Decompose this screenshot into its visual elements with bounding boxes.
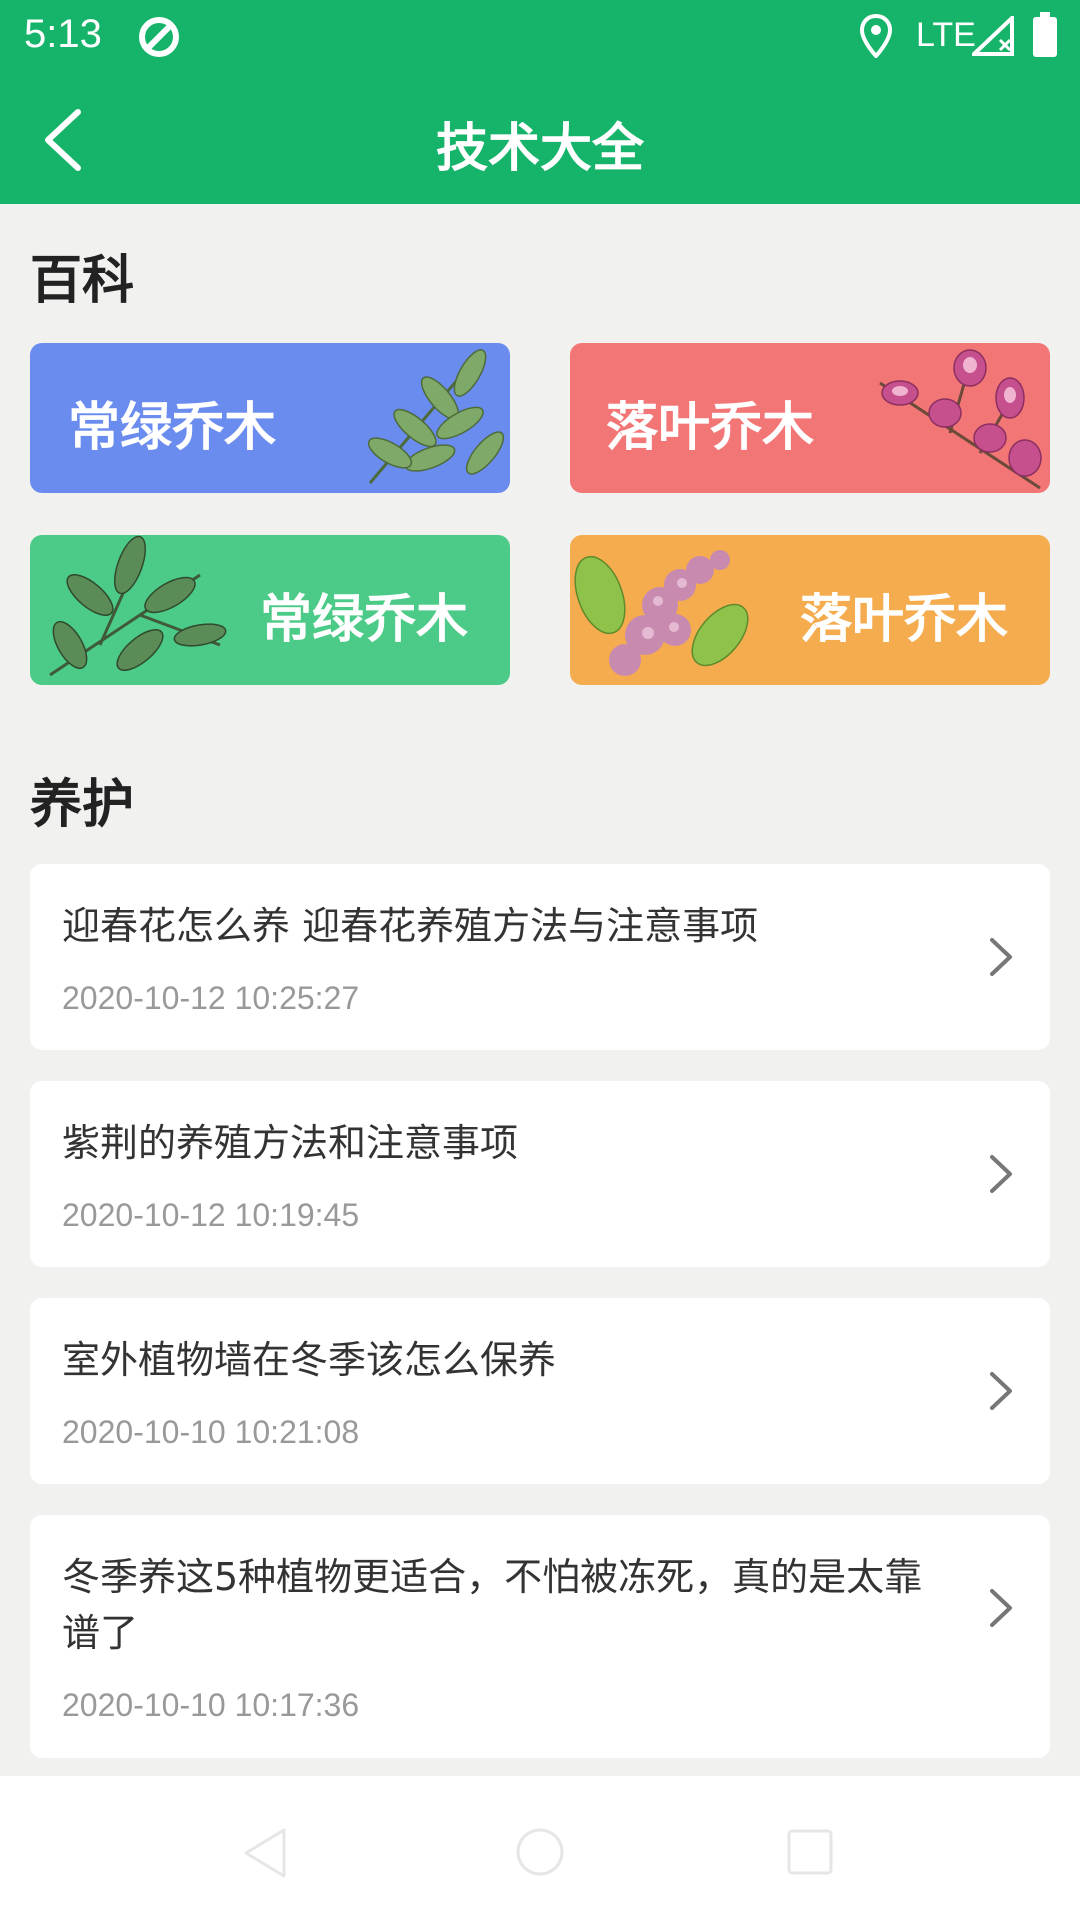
article-item[interactable]: 冬季养这5种植物更适合，不怕被冻死，真的是太靠谱了 2020-10-10 10:…	[30, 1515, 1050, 1758]
chevron-right-icon	[990, 1155, 1012, 1193]
category-card-deciduous-2[interactable]: 落叶乔木	[570, 535, 1050, 685]
chevron-right-icon	[990, 938, 1012, 976]
article-date: 2020-10-10 10:17:36	[62, 1687, 360, 1723]
article-item[interactable]: 紫荆的养殖方法和注意事项 2020-10-12 10:19:45	[30, 1081, 1050, 1267]
article-item[interactable]: 室外植物墙在冬季该怎么保养 2020-10-10 10:21:08	[30, 1298, 1050, 1484]
encyclopedia-heading: 百科	[30, 251, 135, 311]
article-date: 2020-10-12 10:25:27	[62, 980, 360, 1016]
article-title: 迎春花怎么养 迎春花养殖方法与注意事项	[62, 904, 759, 948]
status-bar: 5:13 LTE	[0, 0, 1080, 74]
battery-icon	[1033, 12, 1057, 57]
category-card-label: 落叶乔木	[800, 590, 1009, 650]
article-title: 紫荆的养殖方法和注意事项	[62, 1121, 519, 1165]
nav-back-icon[interactable]	[240, 1826, 290, 1880]
article-date: 2020-10-12 10:19:45	[62, 1197, 360, 1233]
location-icon	[860, 14, 892, 58]
article-title: 冬季养这5种植物更适合，不怕被冻死，真的是太靠谱了	[62, 1555, 923, 1655]
network-type: LTE	[916, 16, 976, 54]
page-title: 技术大全	[435, 119, 644, 179]
category-card-evergreen-1[interactable]: 常绿乔木	[30, 343, 510, 493]
article-title: 室外植物墙在冬季该怎么保养	[62, 1338, 557, 1382]
article-date: 2020-10-10 10:21:08	[62, 1414, 360, 1450]
category-card-deciduous-1[interactable]: 落叶乔木	[570, 343, 1050, 493]
lilac-flower-icon	[574, 550, 749, 676]
app-bar: 技术大全	[0, 74, 1080, 204]
vpn-icon	[139, 17, 179, 57]
status-time: 5:13	[24, 12, 102, 56]
chevron-right-icon	[990, 1372, 1012, 1410]
leafy-branch-icon	[49, 535, 227, 677]
category-card-label: 落叶乔木	[606, 398, 815, 458]
nav-recents-icon[interactable]	[786, 1828, 834, 1876]
category-card-label: 常绿乔木	[260, 590, 469, 650]
chevron-right-icon	[990, 1589, 1012, 1627]
care-heading: 养护	[30, 775, 135, 835]
signal-icon	[972, 16, 1014, 56]
category-card-evergreen-2[interactable]: 常绿乔木	[30, 535, 510, 685]
article-item[interactable]: 迎春花怎么养 迎春花养殖方法与注意事项 2020-10-12 10:25:27	[30, 864, 1050, 1050]
category-card-label: 常绿乔木	[68, 398, 277, 458]
nav-home-icon[interactable]	[514, 1826, 566, 1878]
leaf-branch-icon	[367, 349, 505, 484]
magnolia-flower-icon	[879, 349, 1042, 490]
navigation-bar	[0, 1776, 1080, 1920]
